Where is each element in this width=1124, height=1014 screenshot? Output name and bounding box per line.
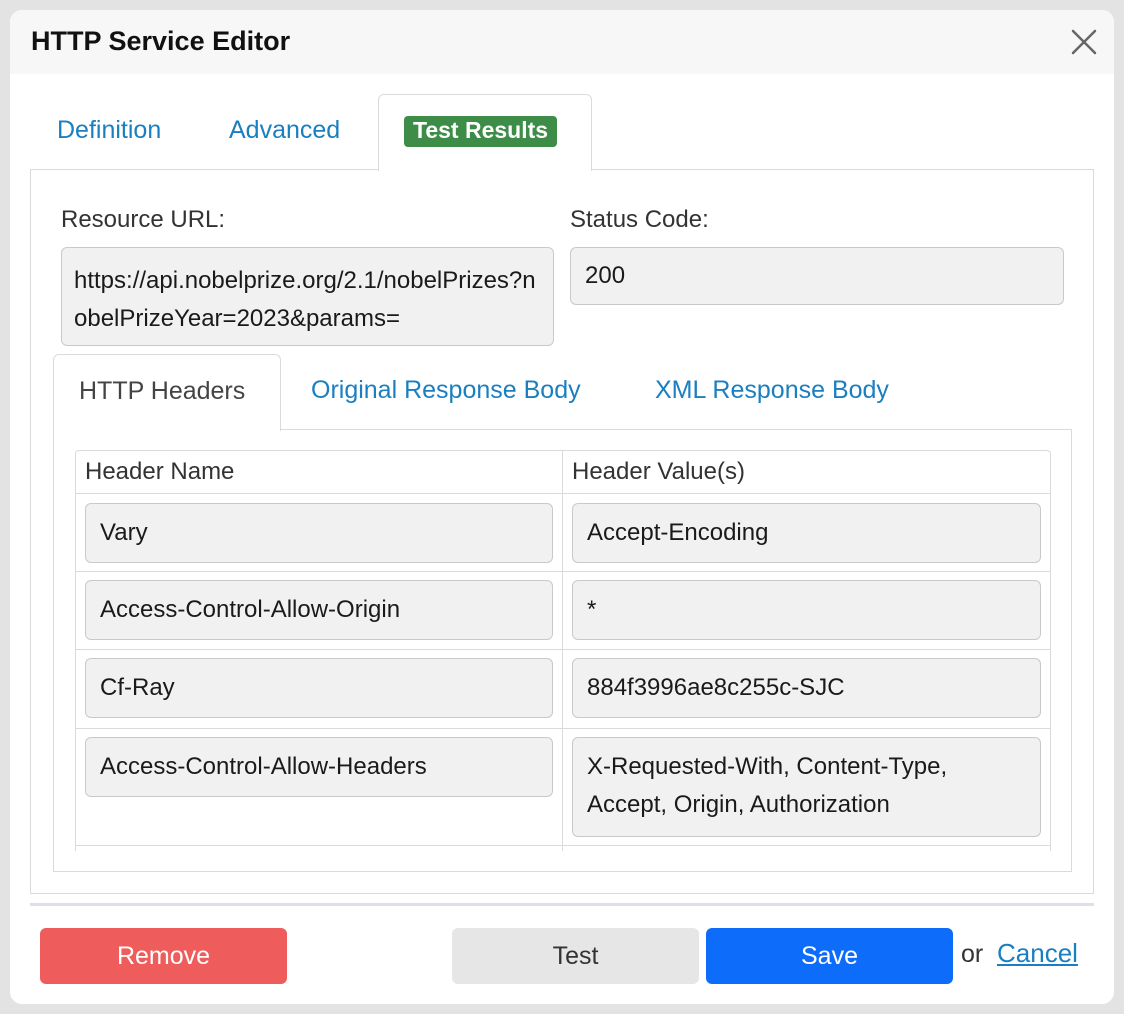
header-value-cell[interactable]: X-Requested-With, Content-Type, Accept, … bbox=[572, 737, 1041, 837]
tab-xml-response-body[interactable]: XML Response Body bbox=[655, 376, 889, 405]
tab-test-results-label: Test Results bbox=[404, 116, 558, 147]
http-service-editor-dialog: HTTP Service Editor Definition Advanced … bbox=[10, 10, 1114, 1004]
column-header-value: Header Value(s) bbox=[572, 458, 745, 485]
column-header-name: Header Name bbox=[85, 458, 235, 485]
dialog-title: HTTP Service Editor bbox=[31, 26, 291, 56]
tab-original-response-body[interactable]: Original Response Body bbox=[311, 376, 581, 405]
row-divider bbox=[76, 845, 1050, 846]
headers-table[interactable]: Header Name Header Value(s) Vary Accept-… bbox=[75, 450, 1051, 851]
column-divider bbox=[562, 451, 563, 851]
resource-url-field[interactable]: https://api.nobelprize.org/2.1/nobelPriz… bbox=[61, 247, 554, 346]
status-code-label: Status Code: bbox=[570, 206, 709, 233]
header-value-cell[interactable]: 884f3996ae8c255c-SJC bbox=[572, 658, 1041, 718]
header-value-cell[interactable]: Accept-Encoding bbox=[572, 503, 1041, 563]
save-button[interactable]: Save bbox=[706, 928, 953, 984]
row-divider bbox=[76, 571, 1050, 572]
main-tabs: Definition Advanced Test Results bbox=[10, 94, 1114, 180]
tab-advanced[interactable]: Advanced bbox=[229, 116, 340, 145]
http-headers-panel: Header Name Header Value(s) Vary Accept-… bbox=[53, 429, 1072, 872]
row-divider bbox=[76, 493, 1050, 494]
test-button[interactable]: Test bbox=[452, 928, 699, 984]
header-value-cell[interactable]: * bbox=[572, 580, 1041, 640]
tab-http-headers[interactable]: HTTP Headers bbox=[53, 354, 281, 431]
tab-http-headers-label: HTTP Headers bbox=[79, 377, 246, 405]
tab-test-results[interactable]: Test Results bbox=[378, 94, 592, 171]
cancel-link[interactable]: Cancel bbox=[997, 938, 1078, 969]
close-icon[interactable] bbox=[1068, 26, 1100, 58]
header-name-cell[interactable]: Access-Control-Allow-Headers bbox=[85, 737, 553, 797]
footer-divider bbox=[30, 903, 1094, 906]
status-code-field[interactable]: 200 bbox=[570, 247, 1064, 305]
row-divider bbox=[76, 649, 1050, 650]
header-name-cell[interactable]: Cf-Ray bbox=[85, 658, 553, 718]
test-results-panel: Resource URL: Status Code: https://api.n… bbox=[30, 169, 1094, 894]
dialog-titlebar: HTTP Service Editor bbox=[10, 10, 1114, 74]
remove-button[interactable]: Remove bbox=[40, 928, 287, 984]
tab-definition[interactable]: Definition bbox=[57, 116, 161, 145]
header-name-cell[interactable]: Access-Control-Allow-Origin bbox=[85, 580, 553, 640]
or-text: or bbox=[961, 940, 984, 968]
resource-url-label: Resource URL: bbox=[61, 206, 226, 233]
header-name-cell[interactable]: Vary bbox=[85, 503, 553, 563]
row-divider bbox=[76, 728, 1050, 729]
